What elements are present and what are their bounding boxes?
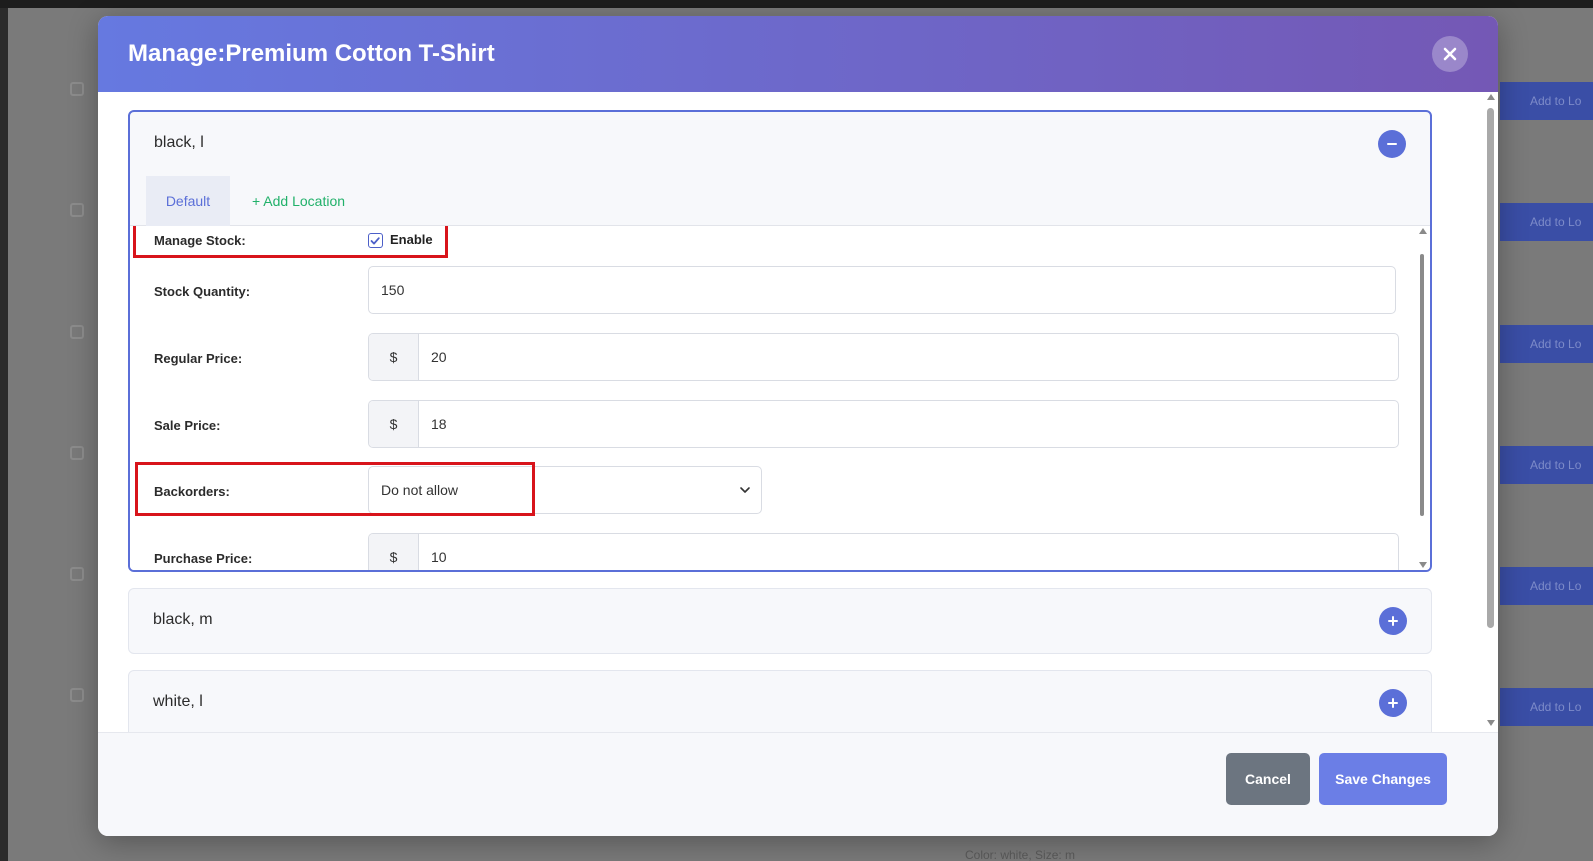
- manage-stock-label: Manage Stock:: [154, 233, 246, 248]
- add-location-link[interactable]: + Add Location: [252, 176, 345, 226]
- purchase-price-value: 10: [431, 549, 447, 565]
- form-scrollbar-thumb[interactable]: [1420, 254, 1424, 516]
- modal-header: Manage:Premium Cotton T-Shirt: [98, 16, 1498, 92]
- modal-footer: Cancel Save Changes: [98, 732, 1498, 836]
- stock-quantity-input[interactable]: 150: [368, 266, 1396, 314]
- currency-prefix: $: [369, 334, 419, 380]
- regular-price-input[interactable]: $ 20: [368, 333, 1399, 381]
- background-footer-text: Color: white, Size: m: [965, 848, 1076, 861]
- variation-title: black, m: [153, 611, 213, 628]
- cancel-button[interactable]: Cancel: [1226, 753, 1310, 805]
- tab-default[interactable]: Default: [146, 176, 230, 226]
- plus-icon: [1388, 698, 1398, 708]
- variation-form: Manage Stock: Enable Stock Quantity: 150…: [130, 226, 1430, 570]
- background-add-button: Add to Lo: [1500, 203, 1593, 241]
- backorders-label: Backorders:: [154, 484, 230, 499]
- scroll-down-arrow[interactable]: [1487, 720, 1495, 726]
- background-row-checkbox: [70, 82, 84, 96]
- stock-quantity-label: Stock Quantity:: [154, 284, 251, 299]
- background-row-checkbox: [70, 688, 84, 702]
- background-row-checkbox: [70, 325, 84, 339]
- sale-price-value: 18: [431, 416, 447, 432]
- background-add-button: Add to Lo: [1500, 688, 1593, 726]
- close-button[interactable]: [1432, 36, 1468, 72]
- close-icon: [1443, 47, 1457, 61]
- modal-body: black, l Default + Add Location Manage S…: [98, 92, 1498, 762]
- variation-panel-black-m[interactable]: black, m: [128, 588, 1432, 654]
- expand-button[interactable]: [1379, 607, 1407, 635]
- save-changes-button[interactable]: Save Changes: [1319, 753, 1447, 805]
- location-tabs: Default + Add Location: [130, 176, 1430, 226]
- scroll-up-arrow[interactable]: [1419, 228, 1427, 234]
- form-scrollbar[interactable]: [1418, 226, 1428, 570]
- modal-title: Manage:Premium Cotton T-Shirt: [128, 40, 495, 67]
- manage-stock-checkbox[interactable]: [368, 233, 383, 248]
- background-add-button: Add to Lo: [1500, 325, 1593, 363]
- background-add-button: Add to Lo: [1500, 446, 1593, 484]
- modal-scrollbar-thumb[interactable]: [1487, 108, 1494, 628]
- sale-price-label: Sale Price:: [154, 418, 221, 433]
- purchase-price-label: Purchase Price:: [154, 551, 253, 566]
- backorders-select[interactable]: Do not allow: [368, 466, 762, 514]
- background-row-checkbox: [70, 567, 84, 581]
- variation-panel-black-l: black, l Default + Add Location Manage S…: [128, 110, 1432, 572]
- purchase-price-input[interactable]: $ 10: [368, 533, 1399, 570]
- currency-prefix: $: [369, 534, 419, 570]
- variation-title: white, l: [153, 693, 203, 710]
- chevron-down-icon: [740, 487, 750, 493]
- background-sidebar: [0, 8, 8, 861]
- background-add-button: Add to Lo: [1500, 82, 1593, 120]
- collapse-button[interactable]: [1378, 130, 1406, 158]
- variation-header[interactable]: black, m: [129, 589, 1431, 653]
- variation-header[interactable]: white, l: [129, 671, 1431, 735]
- background-row-checkbox: [70, 203, 84, 217]
- background-row-checkbox: [70, 446, 84, 460]
- regular-price-value: 20: [431, 349, 447, 365]
- modal-scrollbar[interactable]: [1485, 92, 1497, 760]
- background-add-button: Add to Lo: [1500, 567, 1593, 605]
- enable-label: Enable: [390, 232, 433, 247]
- checkmark-icon: [370, 237, 380, 245]
- backorders-selected-value: Do not allow: [381, 482, 459, 498]
- manage-product-modal: Manage:Premium Cotton T-Shirt black, l D…: [98, 16, 1498, 836]
- regular-price-label: Regular Price:: [154, 351, 243, 366]
- scroll-down-arrow[interactable]: [1419, 562, 1427, 568]
- expand-button[interactable]: [1379, 689, 1407, 717]
- variation-title: black, l: [154, 134, 204, 151]
- minus-icon: [1387, 143, 1397, 145]
- background-topbar: [0, 0, 1593, 8]
- scroll-up-arrow[interactable]: [1487, 94, 1495, 100]
- currency-prefix: $: [369, 401, 419, 447]
- sale-price-input[interactable]: $ 18: [368, 400, 1399, 448]
- plus-icon: [1388, 616, 1398, 626]
- variation-header[interactable]: black, l: [130, 112, 1430, 176]
